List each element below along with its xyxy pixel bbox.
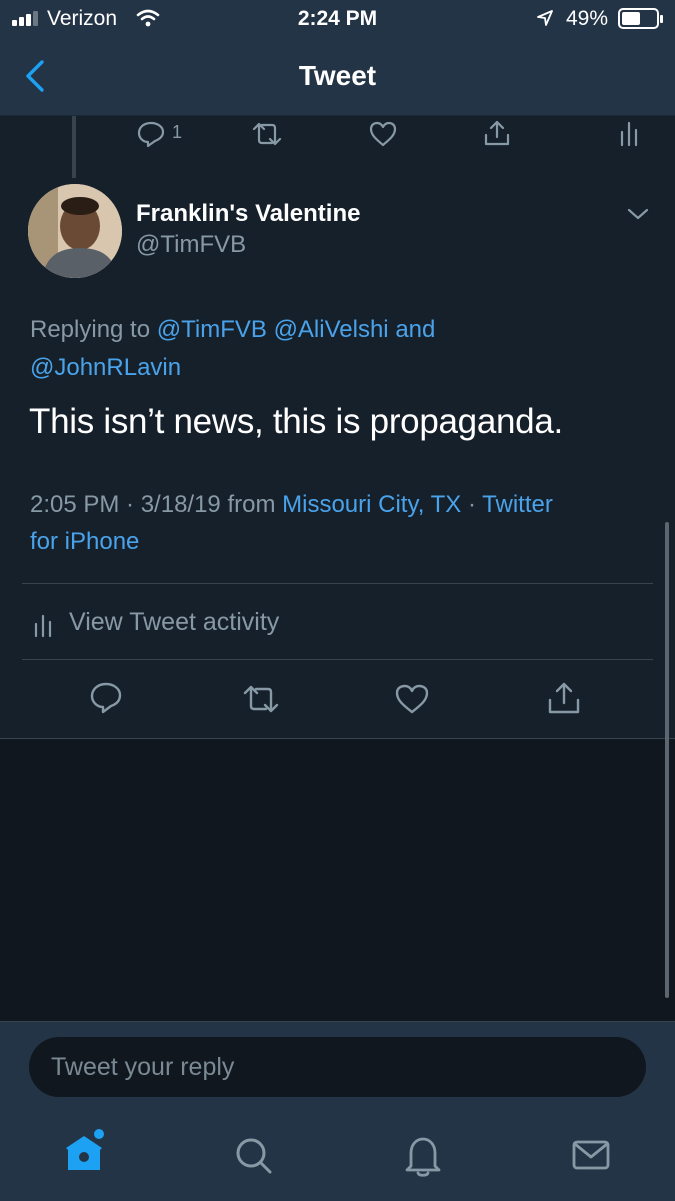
like-icon[interactable] (368, 120, 398, 148)
mention-link[interactable]: @AliVelshi (274, 316, 389, 343)
location-arrow-icon (537, 10, 553, 26)
reply-count: 1 (172, 122, 183, 142)
top-nav-bar: Tweet (0, 38, 675, 116)
analytics-icon[interactable] (618, 120, 640, 148)
user-handle[interactable]: @TimFVB (136, 231, 246, 259)
divider (22, 583, 653, 584)
divider (22, 659, 653, 660)
retweet-icon[interactable] (242, 683, 280, 715)
replying-prefix: Replying to (30, 316, 151, 343)
chevron-down-icon[interactable] (626, 206, 650, 222)
reply-input[interactable]: Tweet your reply (29, 1037, 646, 1097)
reply-icon[interactable] (89, 681, 123, 715)
notifications-bell-icon[interactable] (403, 1134, 443, 1178)
activity-label: View Tweet activity (69, 608, 280, 636)
mention-link[interactable]: @TimFVB (157, 316, 267, 343)
search-icon[interactable] (234, 1136, 274, 1176)
retweet-icon[interactable] (250, 120, 284, 148)
separator: · (467, 491, 476, 518)
tweet-text: This isn’t news, this is propaganda. (29, 402, 563, 441)
analytics-icon (34, 614, 52, 638)
status-bar: Verizon 2:24 PM 49% (0, 0, 675, 38)
replying-to: Replying to @TimFVB @AliVelshi and @John… (30, 311, 630, 387)
battery-icon (618, 8, 663, 29)
replying-and[interactable]: and (395, 316, 435, 343)
avatar[interactable] (28, 184, 122, 278)
home-icon[interactable] (62, 1128, 108, 1176)
display-name[interactable]: Franklin's Valentine (136, 200, 360, 228)
battery-percent: 49% (566, 7, 609, 30)
mention-link[interactable]: @JohnRLavin (30, 354, 181, 381)
reply-icon[interactable] (136, 120, 166, 148)
source-link[interactable]: Twitter (482, 491, 553, 518)
scrollbar[interactable] (665, 522, 669, 998)
empty-area (0, 739, 675, 1021)
source-link[interactable]: for iPhone (30, 528, 139, 555)
bottom-panel: Tweet your reply (0, 1021, 675, 1201)
prev-tweet-actions: 1 (136, 118, 656, 150)
share-icon[interactable] (482, 118, 512, 148)
tweet-detail: 1 Franklin's Valentine @TimFVB Replying … (0, 116, 675, 739)
avatar-photo (28, 184, 122, 278)
page-title: Tweet (298, 60, 377, 91)
thread-line (72, 116, 76, 178)
messages-mail-icon[interactable] (571, 1138, 611, 1172)
like-icon[interactable] (394, 683, 430, 715)
timestamp: 2:05 PM · 3/18/19 from (30, 491, 276, 518)
reply-placeholder: Tweet your reply (51, 1053, 235, 1081)
share-icon[interactable] (546, 680, 582, 716)
location-link[interactable]: Missouri City, TX (282, 491, 461, 518)
tweet-timestamp: 2:05 PM · 3/18/19 from Missouri City, TX… (30, 486, 650, 560)
view-tweet-activity[interactable]: View Tweet activity (30, 604, 650, 644)
